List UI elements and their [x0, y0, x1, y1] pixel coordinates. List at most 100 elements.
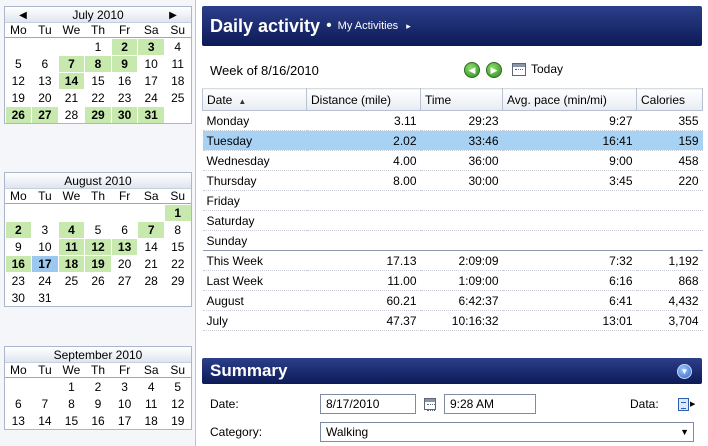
- calendar-day[interactable]: 7: [58, 55, 85, 72]
- table-row[interactable]: July 47.37 10:16:32 13:01 3,704: [202, 310, 703, 331]
- chevron-down-icon[interactable]: ▼: [680, 427, 689, 437]
- calendar-day[interactable]: 1: [164, 204, 191, 221]
- table-row[interactable]: Monday 3.11 29:23 9:27 355: [202, 110, 703, 131]
- calendar-day[interactable]: 23: [6, 273, 32, 289]
- calendar-day[interactable]: 27: [32, 106, 58, 123]
- calendar-day[interactable]: 16: [5, 255, 32, 272]
- calendar-day[interactable]: 15: [85, 73, 111, 89]
- calendar-day[interactable]: 13: [32, 73, 58, 89]
- chevron-right-icon[interactable]: ▸: [406, 21, 411, 32]
- calendar-day[interactable]: 7: [32, 396, 58, 412]
- my-activities-link[interactable]: My Activities: [338, 20, 399, 32]
- calendar-day[interactable]: 16: [112, 73, 138, 89]
- calendar-day[interactable]: 22: [85, 90, 111, 106]
- arrow-back-icon[interactable]: ◀: [464, 62, 480, 78]
- table-row[interactable]: Last Week 11.00 1:09:00 6:16 868: [202, 270, 703, 291]
- calendar-day[interactable]: 9: [85, 396, 111, 412]
- calendar-day[interactable]: 12: [85, 238, 111, 255]
- calendar-day[interactable]: 8: [165, 222, 191, 238]
- calendar-day[interactable]: 13: [6, 413, 32, 429]
- calendar-day[interactable]: 26: [5, 106, 32, 123]
- calendar-day[interactable]: 1: [85, 39, 111, 55]
- calendar-day[interactable]: 19: [165, 413, 191, 429]
- calendar-day[interactable]: 5: [6, 56, 32, 72]
- calendar-day[interactable]: 6: [6, 396, 32, 412]
- calendar-day[interactable]: 2: [111, 38, 138, 55]
- calendar-day[interactable]: 16: [85, 413, 111, 429]
- calendar-day[interactable]: 11: [138, 396, 164, 412]
- table-row[interactable]: August 60.21 6:42:37 6:41 4,432: [202, 290, 703, 311]
- calendar-day[interactable]: 7: [138, 221, 164, 238]
- calendar-day[interactable]: 29: [85, 106, 111, 123]
- calendar-day[interactable]: 5: [85, 222, 111, 238]
- column-header-calories[interactable]: Calories: [636, 88, 703, 111]
- table-row[interactable]: Wednesday 4.00 36:00 9:00 458: [202, 150, 703, 171]
- calendar-day[interactable]: 22: [165, 256, 191, 272]
- calendar-day[interactable]: 14: [32, 413, 58, 429]
- calendar-day[interactable]: 9: [111, 55, 138, 72]
- calendar-day[interactable]: 3: [112, 379, 138, 395]
- column-header-distance[interactable]: Distance (mile): [306, 88, 421, 111]
- calendar-day[interactable]: 10: [32, 239, 58, 255]
- calendar-day[interactable]: 18: [165, 73, 191, 89]
- calendar-day[interactable]: 30: [6, 290, 32, 306]
- calendar-day[interactable]: 12: [6, 73, 32, 89]
- calendar-day[interactable]: 25: [59, 273, 85, 289]
- calendar-day[interactable]: 31: [138, 106, 164, 123]
- calendar-day[interactable]: 4: [165, 39, 191, 55]
- table-row[interactable]: Sunday: [202, 230, 703, 251]
- arrow-right-icon[interactable]: ▶: [165, 7, 181, 23]
- table-row[interactable]: Tuesday 2.02 33:46 16:41 159: [202, 130, 703, 151]
- today-button[interactable]: Today: [512, 62, 563, 76]
- calendar-day[interactable]: 17: [138, 73, 164, 89]
- calendar-day[interactable]: 3: [138, 38, 164, 55]
- date-picker-button[interactable]: [421, 395, 439, 413]
- calendar-day[interactable]: 5: [165, 379, 191, 395]
- calendar-day[interactable]: 21: [138, 256, 164, 272]
- calendar-day[interactable]: 24: [32, 273, 58, 289]
- arrow-forward-icon[interactable]: ▶: [486, 62, 502, 78]
- calendar-day[interactable]: 2: [5, 221, 32, 238]
- calendar-day[interactable]: 26: [85, 273, 111, 289]
- category-dropdown[interactable]: Walking ▼: [320, 422, 694, 442]
- calendar-day[interactable]: 21: [59, 90, 85, 106]
- calendar-day[interactable]: 20: [112, 256, 138, 272]
- calendar-day[interactable]: 6: [32, 56, 58, 72]
- calendar-day[interactable]: 25: [165, 90, 191, 106]
- collapse-icon[interactable]: ▼: [677, 364, 692, 379]
- calendar-day[interactable]: 23: [112, 90, 138, 106]
- calendar-day[interactable]: 10: [138, 56, 164, 72]
- calendar-day[interactable]: 15: [59, 413, 85, 429]
- arrow-left-icon[interactable]: ◀: [15, 7, 31, 23]
- calendar-day[interactable]: 6: [112, 222, 138, 238]
- calendar-day[interactable]: 11: [165, 56, 191, 72]
- date-field[interactable]: 8/17/2010: [320, 394, 416, 414]
- calendar-day[interactable]: 31: [32, 290, 58, 306]
- calendar-day[interactable]: 17: [32, 255, 58, 272]
- calendar-day[interactable]: 12: [165, 396, 191, 412]
- table-row[interactable]: Saturday: [202, 210, 703, 231]
- time-field[interactable]: 9:28 AM: [444, 394, 536, 414]
- calendar-day[interactable]: 4: [138, 379, 164, 395]
- calendar-day[interactable]: 8: [59, 396, 85, 412]
- calendar-day[interactable]: 2: [85, 379, 111, 395]
- calendar-day[interactable]: 13: [111, 238, 138, 255]
- column-header-pace[interactable]: Avg. pace (min/mi): [502, 88, 637, 111]
- calendar-day[interactable]: 30: [111, 106, 138, 123]
- data-menu-button[interactable]: ▶: [678, 396, 698, 412]
- calendar-day[interactable]: 19: [85, 255, 111, 272]
- calendar-day[interactable]: 9: [6, 239, 32, 255]
- table-row[interactable]: This Week 17.13 2:09:09 7:32 1,192: [202, 250, 703, 271]
- table-row[interactable]: Thursday 8.00 30:00 3:45 220: [202, 170, 703, 191]
- calendar-day[interactable]: 27: [112, 273, 138, 289]
- calendar-day[interactable]: 14: [138, 239, 164, 255]
- calendar-day[interactable]: 14: [58, 72, 85, 89]
- calendar-day[interactable]: 15: [165, 239, 191, 255]
- calendar-day[interactable]: 18: [138, 413, 164, 429]
- calendar-day[interactable]: 18: [58, 255, 85, 272]
- table-row[interactable]: Friday: [202, 190, 703, 211]
- calendar-day[interactable]: 24: [138, 90, 164, 106]
- column-header-time[interactable]: Time: [420, 88, 503, 111]
- calendar-day[interactable]: 28: [138, 273, 164, 289]
- calendar-day[interactable]: 11: [58, 238, 85, 255]
